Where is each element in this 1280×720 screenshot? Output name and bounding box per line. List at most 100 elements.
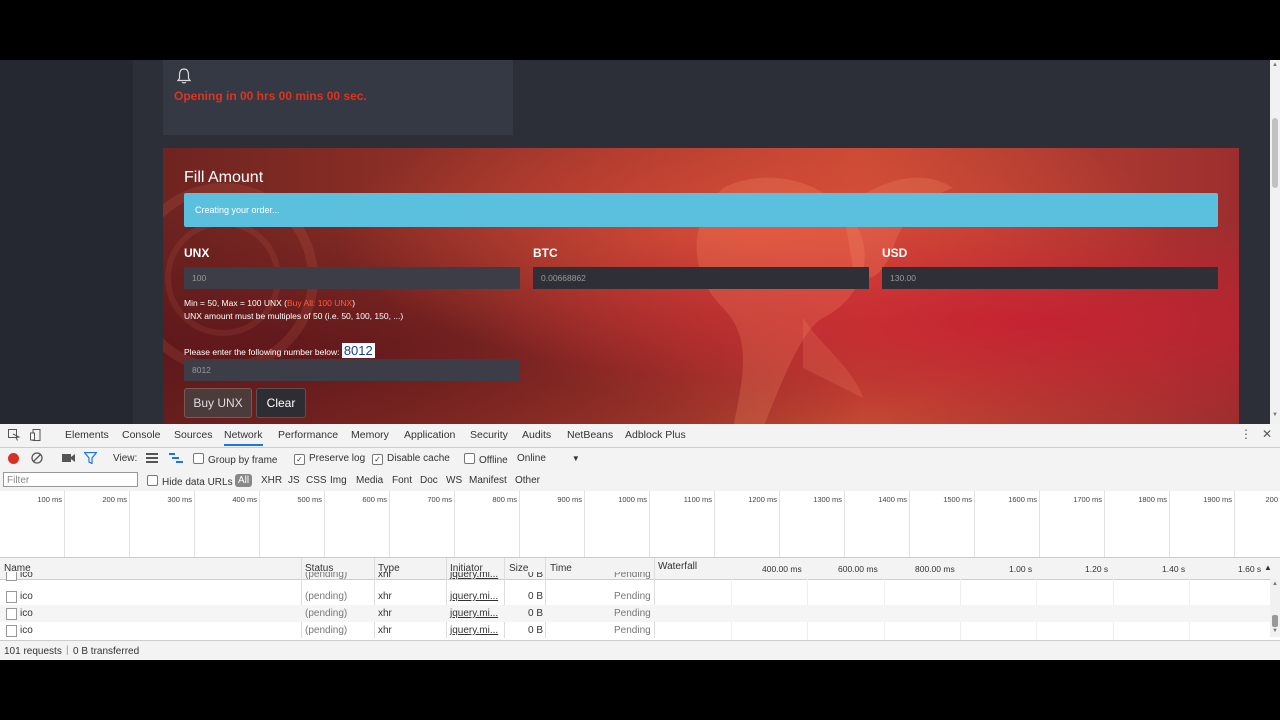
- timeline-tick-label: 1500 ms: [943, 495, 972, 504]
- tab-sources[interactable]: Sources: [174, 429, 213, 441]
- web-page: Opening in 00 hrs 00 mins 00 sec. Fill A…: [0, 60, 1280, 424]
- row-initiator[interactable]: jquery.mi...: [450, 625, 498, 636]
- tab-security[interactable]: Security: [470, 429, 508, 441]
- offline-checkbox[interactable]: Offline: [464, 453, 508, 466]
- table-row[interactable]: ico (pending) xhr jquery.mi... 0 B Pendi…: [0, 572, 1270, 584]
- table-row[interactable]: ico (pending) xhr jquery.mi... 0 B Pendi…: [0, 622, 1270, 639]
- row-name: ico: [20, 608, 33, 619]
- network-toolbar: [0, 448, 1280, 471]
- timeline-tick-label: 1100 ms: [683, 495, 712, 504]
- dropdown-arrow-icon: ▼: [571, 454, 580, 463]
- table-row[interactable]: ico (pending) xhr jquery.mi... 0 B Pendi…: [0, 588, 1270, 605]
- timeline-tick-label: 400 ms: [232, 495, 257, 504]
- sort-ascending-icon: ▲: [1264, 563, 1272, 572]
- hide-data-urls-checkbox[interactable]: Hide data URLs: [147, 475, 233, 488]
- transferred-size: 0 B transferred: [73, 646, 140, 657]
- network-overview-timeline[interactable]: 100 ms 200 ms 300 ms 400 ms 500 ms 600 m…: [0, 491, 1280, 558]
- timeline-tick-label: 200 ms: [102, 495, 127, 504]
- bell-icon: [176, 68, 192, 84]
- close-icon[interactable]: ✕: [1262, 427, 1272, 441]
- requests-scroll-thumb[interactable]: [1272, 615, 1278, 627]
- capture-screenshots-icon[interactable]: [62, 453, 75, 463]
- type-filter-xhr[interactable]: XHR: [261, 475, 282, 486]
- row-size: 0 B: [528, 608, 544, 619]
- disable-cache-checkbox[interactable]: ✓ Disable cache: [372, 453, 450, 465]
- overview-waterfall-icon[interactable]: [169, 453, 183, 463]
- type-filter-manifest[interactable]: Manifest: [469, 475, 507, 486]
- type-filter-js[interactable]: JS: [288, 475, 300, 486]
- row-type: xhr: [378, 625, 392, 636]
- scroll-up-arrow-icon[interactable]: ▲: [1272, 62, 1278, 68]
- type-filter-all[interactable]: All: [235, 474, 253, 487]
- tab-memory[interactable]: Memory: [351, 429, 389, 441]
- tab-elements[interactable]: Elements: [65, 429, 109, 441]
- network-summary-bar: 101 requests | 0 B transferred: [0, 640, 1280, 661]
- btc-input[interactable]: 0.00668862: [533, 267, 869, 289]
- type-filter-doc[interactable]: Doc: [420, 475, 438, 486]
- clear-button[interactable]: Clear: [256, 388, 306, 418]
- captcha-prompt: Please enter the following number below:: [184, 347, 340, 357]
- tab-audits[interactable]: Audits: [522, 429, 551, 441]
- opening-countdown: Opening in 00 hrs 00 mins 00 sec.: [174, 89, 367, 103]
- row-name: ico: [20, 572, 33, 580]
- row-initiator[interactable]: jquery.mi...: [450, 608, 498, 619]
- scroll-down-arrow-icon[interactable]: ▼: [1272, 412, 1278, 418]
- usd-input[interactable]: 130.00: [882, 267, 1218, 289]
- btc-label: BTC: [533, 246, 558, 260]
- device-toolbar-icon[interactable]: [30, 429, 42, 441]
- timeline-gridline: [1104, 491, 1105, 557]
- scroll-down-arrow-icon[interactable]: ▼: [1272, 628, 1278, 634]
- timeline-gridline: [844, 491, 845, 557]
- group-by-frame-label: Group by frame: [208, 455, 278, 466]
- row-initiator[interactable]: jquery.mi...: [450, 572, 498, 580]
- type-filter-font[interactable]: Font: [392, 475, 412, 486]
- checkbox-unchecked[interactable]: [464, 453, 475, 464]
- limits-text-close: ): [352, 298, 356, 308]
- page-scrollbar[interactable]: ▲ ▼: [1270, 60, 1280, 424]
- type-filter-ws[interactable]: WS: [446, 475, 462, 486]
- multiples-hint: UNX amount must be multiples of 50 (i.e.…: [184, 311, 404, 321]
- checkbox-unchecked[interactable]: [193, 453, 204, 464]
- buy-all-link[interactable]: Buy All: 100 UNX: [287, 298, 352, 308]
- record-icon[interactable]: [8, 453, 19, 464]
- group-by-frame-checkbox[interactable]: Group by frame: [193, 453, 277, 466]
- timeline-gridline: [584, 491, 585, 557]
- captcha-input[interactable]: 8012: [184, 359, 520, 381]
- unx-input[interactable]: 100: [184, 267, 520, 289]
- tab-performance[interactable]: Performance: [278, 429, 338, 441]
- row-initiator[interactable]: jquery.mi...: [450, 591, 498, 602]
- filter-icon[interactable]: [84, 452, 97, 464]
- tab-adblock-plus[interactable]: Adblock Plus: [625, 429, 686, 441]
- row-status: (pending): [305, 625, 348, 636]
- inspect-element-icon[interactable]: [8, 429, 20, 441]
- timeline-gridline: [1039, 491, 1040, 557]
- fill-amount-panel: Fill Amount Creating your order... UNX 1…: [163, 148, 1239, 424]
- top-letterbox: [0, 0, 1280, 60]
- page-scroll-thumb[interactable]: [1272, 118, 1278, 188]
- large-rows-icon[interactable]: [146, 453, 158, 463]
- tab-network[interactable]: Network: [224, 429, 263, 446]
- more-options-icon[interactable]: ⋮: [1240, 427, 1252, 441]
- type-filter-img[interactable]: Img: [330, 475, 347, 486]
- checkbox-unchecked[interactable]: [147, 475, 158, 486]
- timeline-gridline: [714, 491, 715, 557]
- type-filter-other[interactable]: Other: [515, 475, 540, 486]
- filter-input[interactable]: Filter: [3, 472, 138, 487]
- tab-netbeans[interactable]: NetBeans: [567, 429, 613, 441]
- tab-console[interactable]: Console: [122, 429, 161, 441]
- throttling-select[interactable]: Online ▼: [517, 453, 580, 464]
- tab-application[interactable]: Application: [404, 429, 455, 441]
- type-filter-media[interactable]: Media: [356, 475, 383, 486]
- buy-unx-button[interactable]: Buy UNX: [184, 388, 252, 418]
- column-waterfall[interactable]: Waterfall: [658, 561, 697, 572]
- row-time: Pending: [614, 572, 651, 580]
- clear-log-icon[interactable]: [31, 452, 43, 464]
- order-status-alert: Creating your order...: [184, 193, 1218, 227]
- type-filter-css[interactable]: CSS: [306, 475, 327, 486]
- table-row[interactable]: ico (pending) xhr jquery.mi... 0 B Pendi…: [0, 605, 1270, 622]
- checkbox-checked[interactable]: ✓: [372, 454, 383, 465]
- scroll-up-arrow-icon[interactable]: ▲: [1272, 581, 1278, 587]
- requests-scrollbar[interactable]: ▲ ▼: [1270, 579, 1280, 637]
- preserve-log-checkbox[interactable]: ✓ Preserve log: [294, 453, 365, 465]
- checkbox-checked[interactable]: ✓: [294, 454, 305, 465]
